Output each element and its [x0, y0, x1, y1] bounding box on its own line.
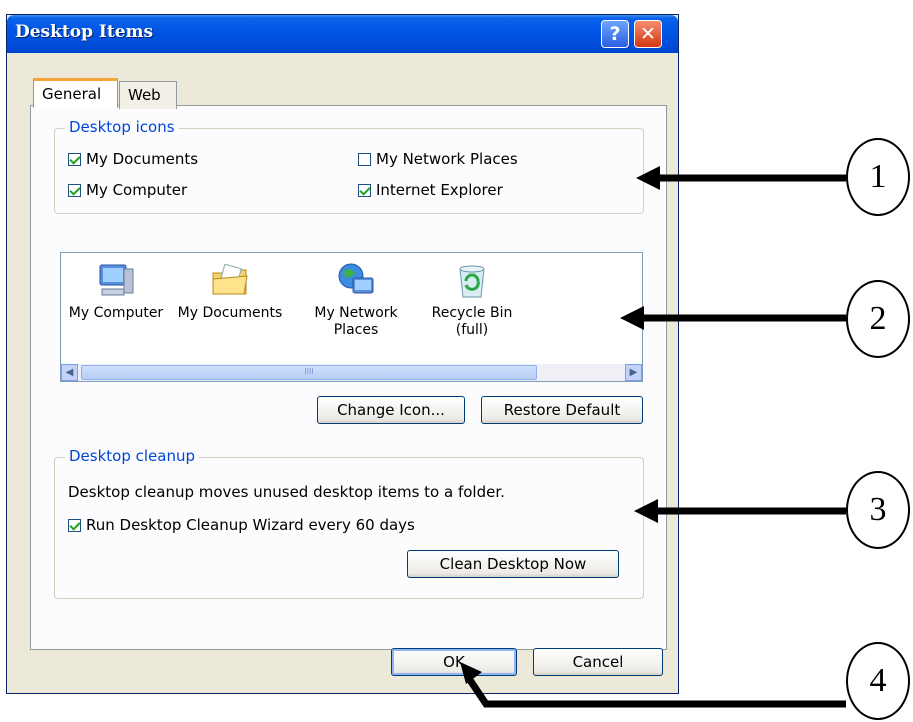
arrow-head-2 — [620, 306, 644, 330]
annotation-arrows — [460, 166, 846, 708]
annotation-4: 4 — [846, 642, 910, 720]
arrow-head-1 — [636, 166, 660, 190]
annotation-3: 3 — [846, 471, 910, 549]
annotation-1: 1 — [846, 138, 910, 216]
arrow-head-3 — [634, 499, 658, 523]
arrow-line-4 — [467, 678, 846, 708]
annotation-2: 2 — [846, 280, 910, 358]
